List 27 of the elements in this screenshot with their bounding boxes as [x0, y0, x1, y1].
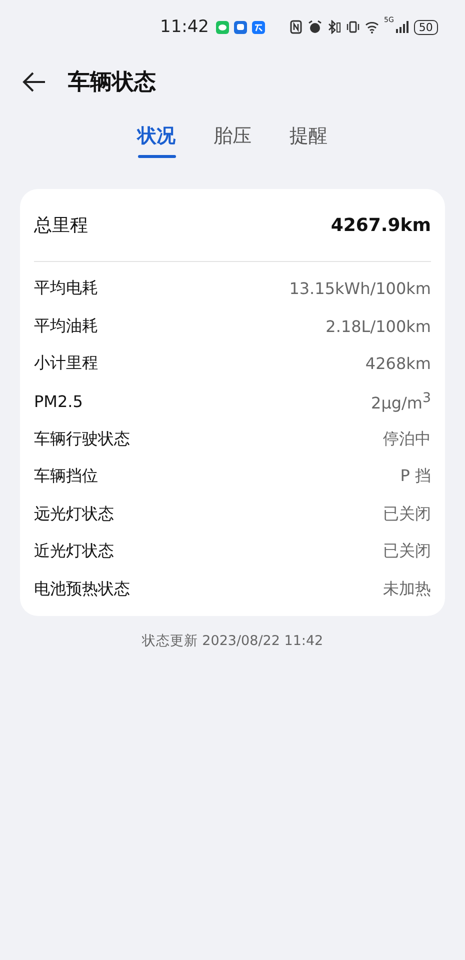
row-label: PM2.5: [34, 392, 83, 412]
row-value: 已关闭: [383, 541, 431, 562]
row-label: 近光灯状态: [34, 541, 114, 562]
total-mileage-value: 4267.9km: [330, 214, 431, 236]
row-value: P 挡: [400, 466, 431, 488]
row-value: 2.18L/100km: [326, 316, 431, 336]
tab[interactable]: 提醒: [290, 123, 328, 173]
row-value: 13.15kWh/100km: [289, 279, 431, 298]
row-label: 平均电耗: [34, 278, 98, 300]
battery-level: 50: [414, 20, 438, 34]
tab[interactable]: 胎压: [214, 123, 252, 173]
row-label: 电池预热状态: [34, 579, 130, 600]
row-value: 2μg/m$^{3}$: [371, 390, 431, 412]
row-value: 停泊中: [383, 428, 431, 450]
row-label: 平均油耗: [34, 316, 98, 337]
row-label: 车辆挡位: [34, 466, 98, 488]
status-time: 11:42: [160, 17, 209, 37]
row-label: 车辆行驶状态: [34, 428, 130, 450]
total-mileage-label: 总里程: [34, 214, 88, 237]
row-label: 小计里程: [34, 353, 98, 374]
row-value: 4268km: [365, 354, 431, 374]
tab[interactable]: 状况: [138, 123, 176, 173]
row-label: 远光灯状态: [34, 504, 114, 525]
row-value: 未加热: [383, 579, 431, 600]
page-title: 车辆状态: [68, 69, 156, 97]
row-value: 已关闭: [383, 504, 431, 525]
update-time: 状态更新 2023/08/22 11:42: [142, 633, 324, 650]
